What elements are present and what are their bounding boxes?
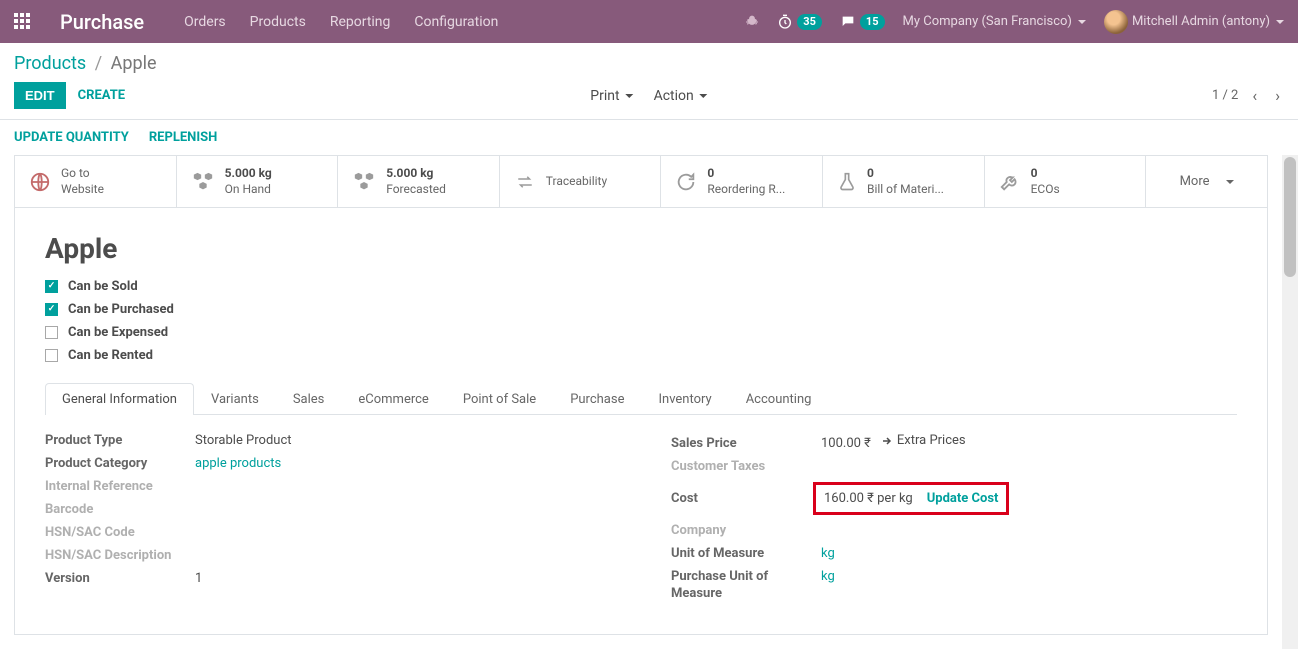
field-internal-reference: Internal Reference (45, 479, 611, 494)
pager-next[interactable]: › (1271, 82, 1284, 109)
tab-accounting[interactable]: Accounting (729, 383, 829, 415)
check-can-be-expensed[interactable]: Can be Expensed (45, 325, 1237, 340)
field-purchase-uom: Purchase Unit of Measurekg (671, 569, 1237, 603)
tab-pos[interactable]: Point of Sale (446, 383, 553, 415)
edit-button[interactable]: EDIT (14, 82, 66, 109)
purchase-uom-link[interactable]: kg (821, 569, 835, 584)
sheet-body: Apple Can be Sold Can be Purchased Can b… (15, 208, 1267, 634)
checkbox-icon (45, 303, 58, 316)
breadcrumb-sep: / (95, 53, 102, 74)
action-dropdown[interactable]: Action (654, 88, 708, 104)
col-right: Sales Price 100.00 ₹ Extra Prices Custom… (671, 433, 1237, 610)
stat-bar: Go toWebsite 5.000 kgOn Hand 5.000 kgFor… (15, 156, 1267, 208)
check-can-be-sold[interactable]: Can be Sold (45, 279, 1237, 294)
control-center: Print Action (590, 88, 707, 104)
extra-prices-button[interactable]: Extra Prices (881, 433, 966, 448)
product-flags: Can be Sold Can be Purchased Can be Expe… (45, 279, 1237, 363)
timer-badge: 35 (797, 14, 822, 30)
breadcrumb-row: Products / Apple (0, 43, 1298, 74)
form-wrap: Go toWebsite 5.000 kgOn Hand 5.000 kgFor… (0, 155, 1298, 649)
checkbox-icon (45, 349, 58, 362)
avatar (1104, 10, 1128, 34)
nav-orders[interactable]: Orders (184, 14, 226, 30)
form-sheet: Go toWebsite 5.000 kgOn Hand 5.000 kgFor… (14, 155, 1268, 635)
breadcrumb-parent[interactable]: Products (14, 53, 86, 74)
pager-count: 1 / 2 (1212, 88, 1238, 103)
field-barcode: Barcode (45, 502, 611, 517)
nav-products[interactable]: Products (250, 14, 306, 30)
user-menu[interactable]: Mitchell Admin (antony) (1104, 10, 1284, 34)
stat-reordering[interactable]: 0Reordering R... (661, 156, 823, 207)
breadcrumb: Products / Apple (14, 53, 1284, 74)
field-company: Company (671, 523, 1237, 538)
apps-icon[interactable] (14, 13, 32, 31)
tab-ecommerce[interactable]: eCommerce (341, 383, 445, 415)
col-left: Product TypeStorable Product Product Cat… (45, 433, 611, 610)
field-product-type: Product TypeStorable Product (45, 433, 611, 448)
field-product-category: Product Categoryapple products (45, 456, 611, 471)
check-can-be-purchased[interactable]: Can be Purchased (45, 302, 1237, 317)
breadcrumb-current: Apple (111, 53, 157, 74)
app-brand[interactable]: Purchase (60, 10, 144, 34)
stat-onhand[interactable]: 5.000 kgOn Hand (177, 156, 339, 207)
field-sales-price: Sales Price 100.00 ₹ Extra Prices (671, 433, 1237, 451)
refresh-icon (675, 171, 697, 193)
pager-prev[interactable]: ‹ (1248, 82, 1261, 109)
scrollbar[interactable] (1282, 155, 1298, 649)
update-quantity-button[interactable]: UPDATE QUANTITY (14, 130, 129, 145)
nav-links: Orders Products Reporting Configuration (184, 14, 498, 30)
bug-icon[interactable] (745, 15, 759, 29)
tab-inventory[interactable]: Inventory (641, 383, 728, 415)
checkbox-icon (45, 326, 58, 339)
field-hsn-description: HSN/SAC Description (45, 548, 611, 563)
update-cost-button[interactable]: Update Cost (927, 491, 999, 506)
cost-highlight: 160.00 ₹ per kg Update Cost (813, 482, 1009, 515)
field-customer-taxes: Customer Taxes (671, 459, 1237, 474)
wrench-icon (999, 171, 1021, 193)
tab-variants[interactable]: Variants (194, 383, 276, 415)
control-row: EDIT CREATE Print Action 1 / 2 ‹ › (0, 74, 1298, 120)
tab-purchase[interactable]: Purchase (553, 383, 641, 415)
company-selector[interactable]: My Company (San Francisco) (903, 14, 1086, 29)
field-grid: Product TypeStorable Product Product Cat… (45, 433, 1237, 610)
cubes-icon (191, 171, 215, 193)
cubes-icon (352, 171, 376, 193)
print-dropdown[interactable]: Print (590, 88, 633, 104)
messages-icon[interactable]: 15 (840, 14, 885, 30)
field-uom: Unit of Measurekg (671, 546, 1237, 561)
field-hsn-code: HSN/SAC Code (45, 525, 611, 540)
tab-general-information[interactable]: General Information (45, 383, 194, 415)
field-cost: Cost 160.00 ₹ per kg Update Cost (671, 482, 1237, 515)
stat-traceability[interactable]: Traceability (500, 156, 662, 207)
nav-right: 35 15 My Company (San Francisco) Mitchel… (745, 10, 1284, 34)
product-title: Apple (45, 232, 1237, 265)
top-navbar: Purchase Orders Products Reporting Confi… (0, 0, 1298, 43)
scroll-thumb[interactable] (1284, 157, 1296, 277)
stat-forecasted[interactable]: 5.000 kgForecasted (338, 156, 500, 207)
tabs: General Information Variants Sales eComm… (45, 383, 1237, 415)
stat-more[interactable]: More (1146, 156, 1267, 207)
uom-link[interactable]: kg (821, 546, 835, 561)
arrow-right-icon (881, 435, 893, 447)
flask-icon (837, 171, 857, 193)
product-category-link[interactable]: apple products (195, 456, 281, 471)
pager: 1 / 2 ‹ › (1212, 82, 1284, 109)
globe-icon (29, 171, 51, 193)
exchange-icon (514, 173, 536, 191)
user-name: Mitchell Admin (antony) (1132, 14, 1284, 29)
field-version: Version1 (45, 571, 611, 586)
stat-ecos[interactable]: 0ECOs (985, 156, 1147, 207)
stat-website[interactable]: Go toWebsite (15, 156, 177, 207)
nav-reporting[interactable]: Reporting (330, 14, 391, 30)
create-button[interactable]: CREATE (76, 83, 127, 108)
nav-configuration[interactable]: Configuration (414, 14, 498, 30)
tab-sales[interactable]: Sales (276, 383, 342, 415)
messages-badge: 15 (860, 14, 885, 30)
sub-actions: UPDATE QUANTITY REPLENISH (0, 120, 1298, 155)
checkbox-icon (45, 280, 58, 293)
check-can-be-rented[interactable]: Can be Rented (45, 348, 1237, 363)
replenish-button[interactable]: REPLENISH (149, 130, 218, 145)
timer-icon[interactable]: 35 (777, 14, 822, 30)
stat-bom[interactable]: 0Bill of Materi... (823, 156, 985, 207)
